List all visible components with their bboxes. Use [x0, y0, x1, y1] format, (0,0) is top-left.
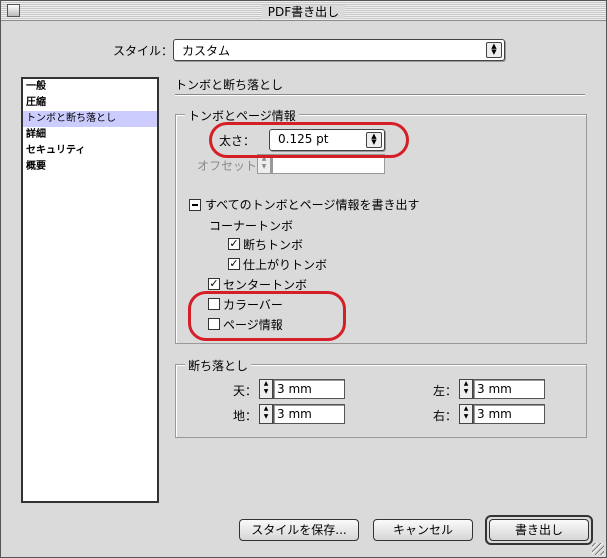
all-marks-label: すべてのトンボとページ情報を書き出す	[205, 198, 420, 212]
sidebar-item-general[interactable]: 一般	[23, 79, 157, 95]
bleed-right-input[interactable]: 3 mm	[473, 404, 545, 424]
sidebar-item-security[interactable]: セキュリティ	[23, 143, 157, 159]
crop-marks-label: 断ちトンボ	[243, 238, 304, 252]
crop-marks-checkbox[interactable]: ✓	[228, 238, 240, 250]
checkmark-icon: ✓	[229, 257, 239, 270]
bleed-left-input[interactable]: 3 mm	[473, 379, 545, 399]
export-button[interactable]: 書き出し	[489, 519, 589, 541]
panel-divider	[175, 94, 585, 96]
style-label: スタイル：	[113, 44, 174, 58]
style-popup[interactable]: カスタム ▲ ▼	[173, 39, 505, 61]
cancel-button[interactable]: キャンセル	[373, 519, 473, 541]
bleed-group-title: 断ち落とし	[185, 357, 252, 374]
pdf-export-dialog: PDF書き出し スタイル： カスタム ▲ ▼ 一般 圧縮 トンボと断ち落とし 詳細…	[0, 0, 607, 558]
sidebar-item-compression[interactable]: 圧縮	[23, 95, 157, 111]
sidebar-item-advanced[interactable]: 詳細	[23, 127, 157, 143]
bleed-bottom-input[interactable]: 3 mm	[273, 404, 345, 424]
bleed-bottom-stepper[interactable]: ▲ ▼	[259, 404, 273, 424]
bleed-top-input[interactable]: 3 mm	[273, 379, 345, 399]
trim-marks-checkbox[interactable]: ✓	[228, 258, 240, 270]
bleed-left-label: 左：	[433, 384, 458, 398]
bleed-group	[175, 364, 587, 438]
checkmark-icon: ✓	[229, 237, 239, 250]
annotation-circle-weight	[209, 122, 409, 158]
all-marks-checkbox[interactable]	[189, 199, 201, 211]
corner-marks-label: コーナートンボ	[209, 219, 294, 233]
center-marks-checkbox[interactable]: ✓	[208, 278, 220, 290]
bleed-left-stepper[interactable]: ▲ ▼	[459, 379, 473, 399]
panel-title: トンボと断ち落とし	[175, 78, 284, 92]
bleed-top-stepper[interactable]: ▲ ▼	[259, 379, 273, 399]
style-popup-value: カスタム	[182, 44, 231, 58]
bleed-top-label: 天：	[233, 384, 258, 398]
title-bar[interactable]: PDF書き出し	[1, 1, 606, 21]
bleed-right-stepper[interactable]: ▲ ▼	[459, 404, 473, 424]
sidebar-item-marks-bleed[interactable]: トンボと断ち落とし	[23, 111, 157, 127]
bleed-right-label: 右：	[433, 409, 458, 423]
bleed-bottom-label: 地：	[233, 409, 258, 423]
trim-marks-label: 仕上がりトンボ	[243, 258, 328, 272]
sidebar-item-summary[interactable]: 概要	[23, 159, 157, 175]
checkmark-icon: ✓	[209, 277, 219, 290]
annotation-circle-colorbar-pageinfo	[188, 291, 346, 341]
category-list[interactable]: 一般 圧縮 トンボと断ち落とし 詳細 セキュリティ 概要	[21, 77, 159, 503]
resize-grip-icon[interactable]	[592, 543, 604, 555]
window-title: PDF書き出し	[1, 3, 606, 20]
save-style-button[interactable]: スタイルを保存...	[239, 519, 359, 541]
popup-arrows-icon: ▲ ▼	[486, 42, 502, 58]
